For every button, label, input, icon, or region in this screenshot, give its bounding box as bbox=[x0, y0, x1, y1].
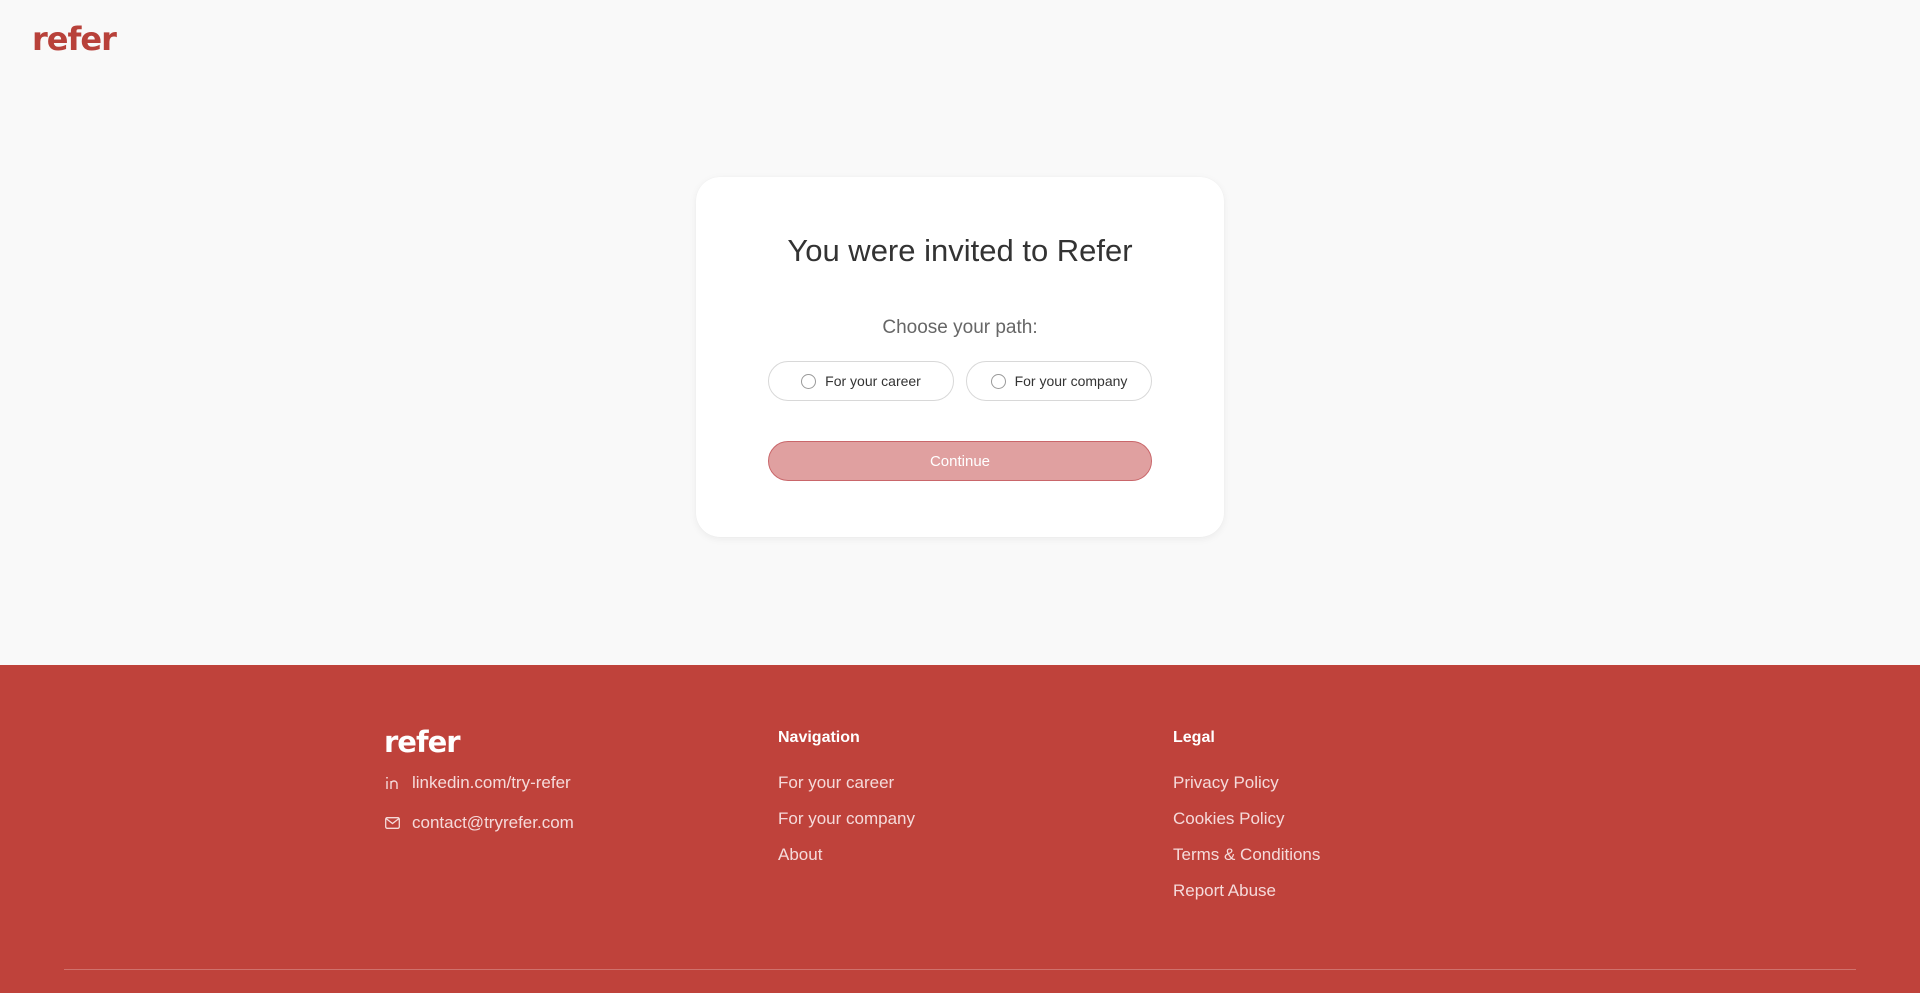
card-title: You were invited to Refer bbox=[787, 233, 1133, 268]
footer-linkedin[interactable]: linkedin.com/try-refer bbox=[384, 773, 574, 793]
footer-divider bbox=[64, 969, 1856, 970]
footer-brand-column: refer linkedin.com/try-refer contact@try… bbox=[384, 725, 574, 833]
footer-link-terms[interactable]: Terms & Conditions bbox=[1173, 845, 1320, 865]
card-subtitle: Choose your path: bbox=[882, 317, 1038, 338]
path-option-company[interactable]: For your company bbox=[966, 361, 1152, 401]
footer-link-report-abuse[interactable]: Report Abuse bbox=[1173, 881, 1320, 901]
path-option-career[interactable]: For your career bbox=[768, 361, 954, 401]
footer-email-text: contact@tryrefer.com bbox=[412, 813, 574, 832]
footer-link-privacy[interactable]: Privacy Policy bbox=[1173, 773, 1320, 793]
footer-navigation-heading: Navigation bbox=[778, 729, 860, 746]
continue-button[interactable]: Continue bbox=[768, 441, 1152, 481]
path-option-company-label: For your company bbox=[1014, 373, 1128, 389]
invite-card: You were invited to Refer Choose your pa… bbox=[696, 177, 1224, 537]
footer-logo[interactable]: refer bbox=[384, 725, 574, 759]
footer-link-about[interactable]: About bbox=[778, 845, 915, 865]
footer-email[interactable]: contact@tryrefer.com bbox=[384, 813, 574, 833]
footer: refer linkedin.com/try-refer contact@try… bbox=[0, 665, 1920, 993]
mail-icon bbox=[384, 816, 400, 830]
path-option-career-label: For your career bbox=[825, 373, 921, 389]
footer-link-cookies[interactable]: Cookies Policy bbox=[1173, 809, 1320, 829]
logo-text: refer bbox=[32, 20, 117, 58]
radio-career[interactable] bbox=[801, 373, 817, 389]
footer-navigation-column: Navigation For your career For your comp… bbox=[778, 729, 915, 881]
radio-company[interactable] bbox=[990, 373, 1006, 389]
footer-legal-heading: Legal bbox=[1173, 729, 1215, 746]
header-logo[interactable]: refer bbox=[32, 20, 117, 58]
linkedin-icon bbox=[384, 776, 400, 790]
footer-linkedin-text: linkedin.com/try-refer bbox=[412, 773, 571, 792]
footer-link-career[interactable]: For your career bbox=[778, 773, 915, 793]
footer-link-company[interactable]: For your company bbox=[778, 809, 915, 829]
footer-legal-column: Legal Privacy Policy Cookies Policy Term… bbox=[1173, 729, 1320, 917]
path-options: For your career For your company bbox=[768, 361, 1152, 401]
